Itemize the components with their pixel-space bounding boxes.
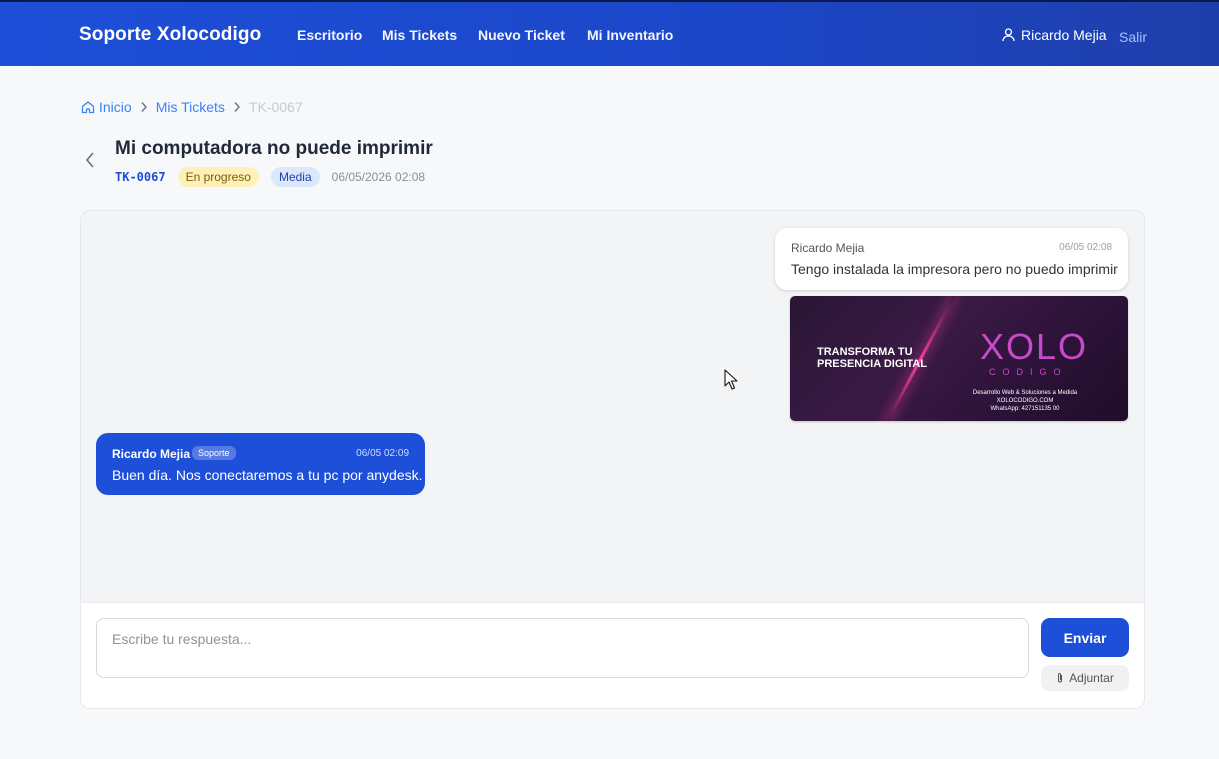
logout-link[interactable]: Salir bbox=[1119, 29, 1147, 45]
attachment-footer: Desarrollo Web & Soluciones a Medida XOL… bbox=[965, 389, 1085, 413]
breadcrumb-current: TK-0067 bbox=[248, 99, 303, 115]
nav-mi-inventario[interactable]: Mi Inventario bbox=[587, 27, 673, 43]
message-text: Tengo instalada la impresora pero no pue… bbox=[791, 261, 1118, 277]
nav-nuevo-ticket[interactable]: Nuevo Ticket bbox=[478, 27, 565, 43]
nav-mis-tickets[interactable]: Mis Tickets bbox=[382, 27, 457, 43]
attachment-headline-line1: TRANSFORMA TU bbox=[817, 346, 913, 358]
reply-input[interactable] bbox=[96, 618, 1029, 678]
priority-badge: Media bbox=[270, 167, 320, 187]
role-badge: Soporte bbox=[192, 446, 236, 460]
mouse-cursor-icon bbox=[724, 369, 738, 390]
paperclip-icon bbox=[1058, 673, 1063, 683]
ticket-date: 06/05/2026 02:08 bbox=[331, 170, 426, 184]
status-badge: En progreso bbox=[177, 167, 259, 187]
breadcrumb-home[interactable]: Inicio bbox=[81, 99, 132, 115]
message-time: 06/05 02:09 bbox=[356, 448, 409, 459]
breadcrumb: Inicio Mis Tickets TK-0067 bbox=[81, 99, 303, 115]
chevron-right-icon bbox=[233, 101, 241, 113]
message-text: Buen día. Nos conectaremos a tu pc por a… bbox=[112, 467, 423, 483]
user-menu[interactable]: Ricardo Mejia bbox=[1002, 27, 1107, 43]
attachment-footer-line1: Desarrollo Web & Soluciones a Medida bbox=[972, 390, 1078, 396]
attachment-logo-sub: CODIGO bbox=[989, 367, 1068, 377]
back-arrow-icon[interactable] bbox=[82, 151, 98, 169]
home-icon bbox=[81, 101, 95, 114]
message-time: 06/05 02:08 bbox=[1059, 242, 1112, 253]
breadcrumb-mis-tickets[interactable]: Mis Tickets bbox=[156, 99, 225, 115]
ticket-meta: TK-0067 En progreso Media 06/05/2026 02:… bbox=[115, 167, 425, 187]
ticket-code: TK-0067 bbox=[115, 170, 166, 184]
attach-label: Adjuntar bbox=[1069, 671, 1114, 685]
nav-escritorio[interactable]: Escritorio bbox=[297, 27, 362, 43]
chat-panel: Ricardo Mejia 06/05 02:08 Tengo instalad… bbox=[80, 210, 1145, 709]
send-button[interactable]: Enviar bbox=[1041, 618, 1129, 657]
chevron-right-icon bbox=[140, 101, 148, 113]
breadcrumb-home-label: Inicio bbox=[99, 99, 132, 115]
user-icon bbox=[1002, 28, 1015, 42]
attachment-image[interactable]: TRANSFORMA TU PRESENCIA DIGITAL XOLO COD… bbox=[790, 296, 1128, 421]
ticket-title: Mi computadora no puede imprimir bbox=[115, 138, 433, 159]
attachment-logo: XOLO bbox=[980, 326, 1089, 367]
user-name: Ricardo Mejia bbox=[1021, 27, 1107, 43]
reply-composer: Enviar Adjuntar bbox=[81, 602, 1144, 708]
attachment-footer-line3: WhatsApp: 427151135 00 bbox=[990, 406, 1060, 412]
attachment-headline: TRANSFORMA TU PRESENCIA DIGITAL bbox=[817, 346, 927, 370]
top-navbar: Soporte Xolocodigo Escritorio Mis Ticket… bbox=[0, 0, 1219, 66]
message-user: Ricardo Mejia 06/05 02:08 Tengo instalad… bbox=[775, 228, 1128, 290]
message-support: Ricardo Mejia Soporte 06/05 02:09 Buen d… bbox=[96, 433, 425, 495]
message-author: Ricardo Mejia bbox=[112, 447, 191, 461]
attach-button[interactable]: Adjuntar bbox=[1041, 665, 1129, 691]
attachment-headline-line2: PRESENCIA DIGITAL bbox=[817, 358, 928, 370]
message-author: Ricardo Mejia bbox=[791, 241, 865, 255]
attachment-footer-line2: XOLOCODIGO.COM bbox=[996, 398, 1054, 404]
brand-logo[interactable]: Soporte Xolocodigo bbox=[79, 24, 261, 46]
